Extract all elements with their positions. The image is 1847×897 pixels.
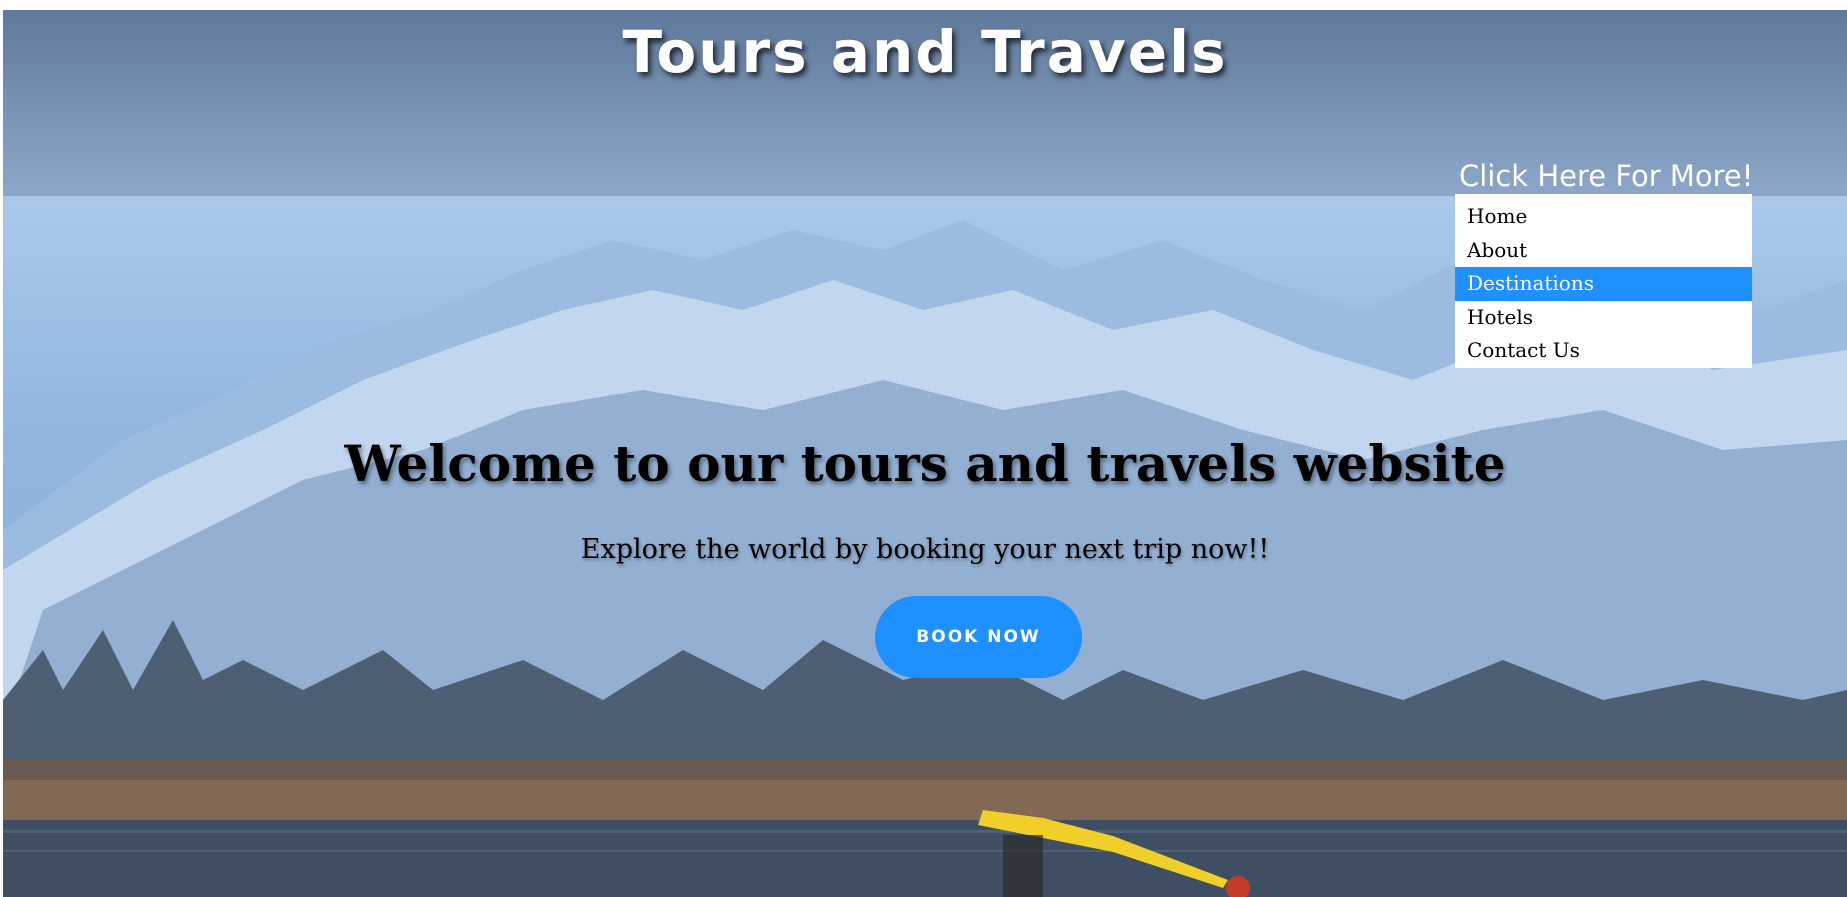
dropdown-menu: Home About Destinations Hotels Contact U… <box>1455 194 1752 368</box>
site-title: Tours and Travels <box>622 18 1228 86</box>
menu-item-about[interactable]: About <box>1455 234 1752 268</box>
menu-item-destinations[interactable]: Destinations <box>1455 267 1752 301</box>
menu-item-home[interactable]: Home <box>1455 200 1752 234</box>
book-now-button[interactable]: BOOK NOW <box>875 596 1082 678</box>
menu-item-contact-us[interactable]: Contact Us <box>1455 334 1752 368</box>
hero-heading: Welcome to our tours and travels website <box>344 434 1506 493</box>
menu-item-hotels[interactable]: Hotels <box>1455 301 1752 335</box>
dropdown-toggle-button[interactable]: Click Here For More! <box>1455 158 1753 194</box>
hero-subheading: Explore the world by booking your next t… <box>580 534 1270 565</box>
more-dropdown[interactable]: Click Here For More! Home About Destinat… <box>1455 158 1753 368</box>
